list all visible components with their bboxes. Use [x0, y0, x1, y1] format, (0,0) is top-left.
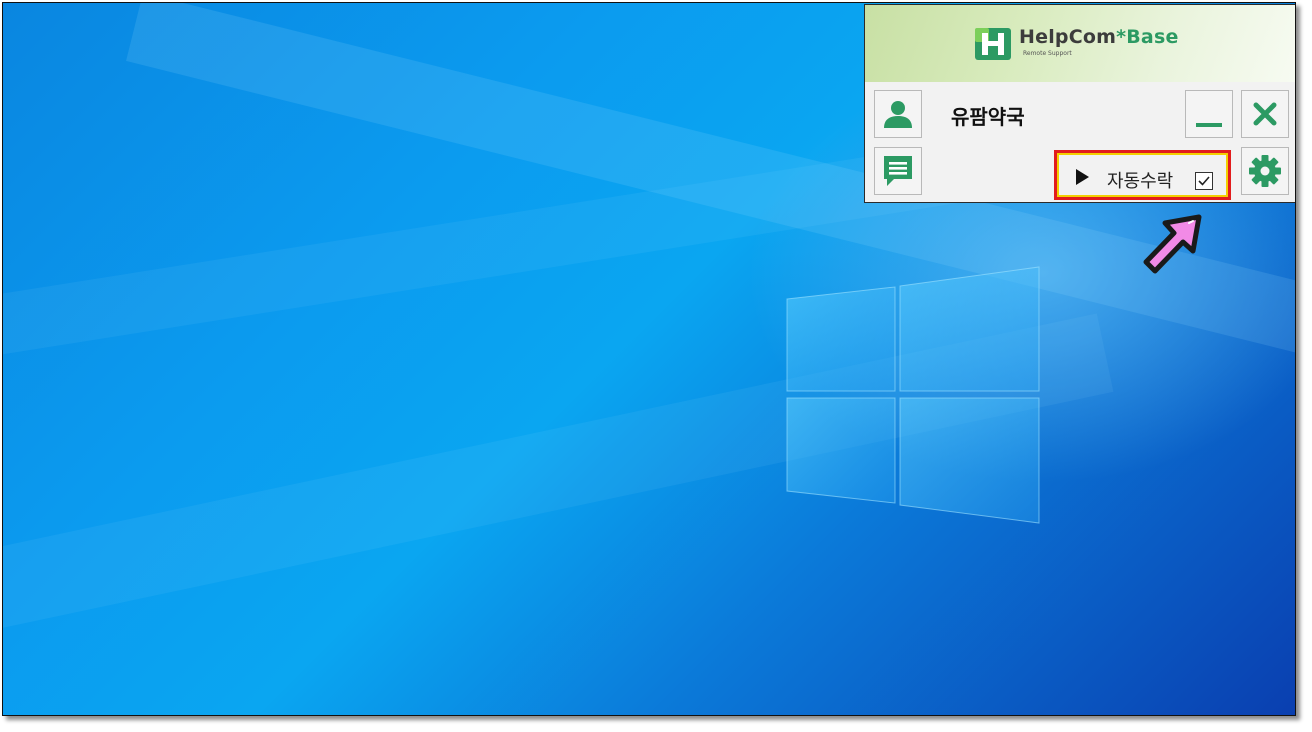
windows-logo-pane	[786, 286, 896, 392]
pointer-arrow-icon	[1143, 214, 1202, 274]
store-name: 유팜약국	[951, 105, 1025, 129]
brand-name: HelpCom*Base	[1019, 26, 1179, 48]
windows-logo-pane	[899, 266, 1040, 392]
windows-logo-pane	[786, 397, 896, 504]
chat-button[interactable]	[874, 147, 922, 195]
auto-accept-checkbox[interactable]	[1195, 172, 1213, 190]
chat-icon	[884, 156, 912, 186]
brand-name-tail: Base	[1126, 26, 1179, 48]
gear-icon	[1249, 155, 1281, 187]
brand-name-main: HelpCom	[1019, 26, 1117, 48]
check-icon	[1198, 176, 1210, 186]
helpcom-logo-icon	[975, 28, 1011, 60]
settings-button[interactable]	[1241, 147, 1289, 195]
close-button[interactable]	[1241, 90, 1289, 138]
minimize-icon	[1196, 123, 1222, 127]
auto-accept-toggle[interactable]: 자동수락	[1054, 150, 1231, 200]
screenshot-frame: HelpCom*Base Remote Support 유팜약국 자동수락	[2, 2, 1296, 716]
windows-logo-pane	[899, 397, 1040, 524]
auto-accept-label: 자동수락	[1107, 171, 1174, 192]
user-button[interactable]	[874, 90, 922, 138]
widget-header: HelpCom*Base Remote Support	[865, 5, 1295, 82]
brand-tagline: Remote Support	[1023, 50, 1072, 57]
brand-name-star: *	[1116, 26, 1127, 48]
play-icon	[1076, 169, 1089, 185]
user-icon	[884, 101, 912, 128]
close-icon	[1253, 102, 1277, 126]
minimize-button[interactable]	[1185, 90, 1233, 138]
helpcom-widget: HelpCom*Base Remote Support 유팜약국 자동수락	[864, 4, 1295, 203]
desktop-wallpaper: HelpCom*Base Remote Support 유팜약국 자동수락	[3, 3, 1295, 715]
